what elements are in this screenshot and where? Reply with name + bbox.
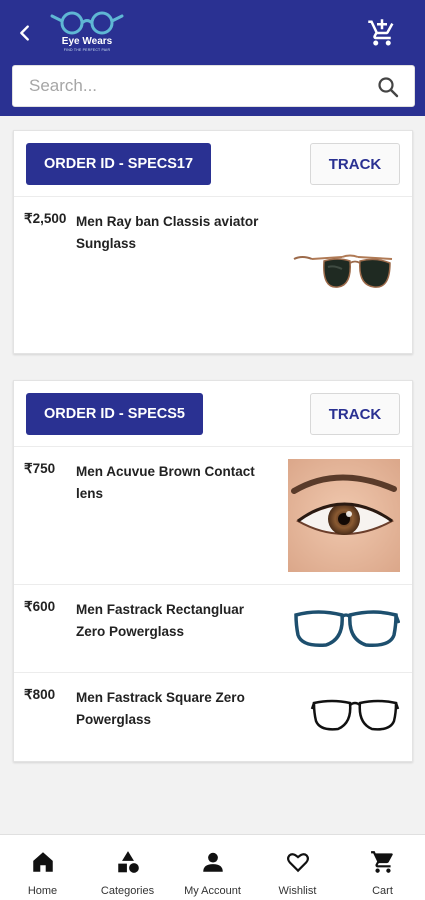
nav-categories[interactable]: Categories bbox=[85, 835, 170, 900]
order-id-button[interactable]: ORDER ID - SPECS5 bbox=[26, 393, 203, 435]
order-card: ORDER ID - SPECS5 TRACK ₹750 Men Acuvue … bbox=[13, 380, 413, 762]
order-card: ORDER ID - SPECS17 TRACK ₹2,500 Men Ray … bbox=[13, 130, 413, 354]
brown-eye-contact-lens-image bbox=[288, 459, 400, 572]
nav-my-account[interactable]: My Account bbox=[170, 835, 255, 900]
aviator-sunglass-image bbox=[293, 254, 393, 288]
order-item[interactable]: ₹750 Men Acuvue Brown Contact lens bbox=[14, 447, 412, 585]
home-icon bbox=[32, 852, 53, 872]
item-price: ₹800 bbox=[24, 687, 56, 702]
order-card-header: ORDER ID - SPECS5 TRACK bbox=[14, 381, 412, 447]
nav-label: My Account bbox=[184, 885, 241, 897]
nav-wishlist[interactable]: Wishlist bbox=[255, 835, 340, 900]
categories-icon bbox=[117, 851, 139, 873]
item-price: ₹600 bbox=[24, 599, 56, 614]
order-item[interactable]: ₹800 Men Fastrack Square Zero Powerglass bbox=[14, 673, 412, 761]
item-name: Men Acuvue Brown Contact lens bbox=[76, 464, 255, 501]
back-arrow-icon[interactable] bbox=[14, 22, 36, 44]
brand-logo[interactable]: Eye Wears FIND THE PERFECT PAIR bbox=[50, 10, 124, 56]
nav-label: Cart bbox=[372, 885, 393, 897]
item-price: ₹2,500 bbox=[24, 211, 67, 226]
app-header: Eye Wears FIND THE PERFECT PAIR bbox=[0, 0, 425, 116]
brand-name: Eye Wears bbox=[61, 36, 113, 47]
square-glasses-image bbox=[310, 699, 400, 731]
glasses-logo-icon bbox=[50, 11, 124, 35]
order-item[interactable]: ₹2,500 Men Ray ban Classis aviator Sungl… bbox=[14, 197, 412, 353]
nav-cart[interactable]: Cart bbox=[340, 835, 425, 900]
search-icon[interactable] bbox=[376, 75, 400, 99]
search-bar bbox=[12, 65, 415, 107]
brand-tagline: FIND THE PERFECT PAIR bbox=[63, 48, 111, 52]
nav-home[interactable]: Home bbox=[0, 835, 85, 900]
nav-label: Wishlist bbox=[278, 885, 317, 897]
order-id-button[interactable]: ORDER ID - SPECS17 bbox=[26, 143, 212, 185]
rectangular-glasses-image bbox=[294, 610, 400, 648]
item-name: Men Ray ban Classis aviator Sunglass bbox=[76, 214, 259, 251]
nav-label: Categories bbox=[100, 885, 155, 897]
cart-icon bbox=[370, 851, 393, 873]
add-to-cart-icon[interactable] bbox=[367, 18, 397, 48]
nav-label: Home bbox=[27, 885, 58, 897]
order-card-header: ORDER ID - SPECS17 TRACK bbox=[14, 131, 412, 197]
item-name: Men Fastrack Square Zero Powerglass bbox=[76, 690, 245, 727]
order-item[interactable]: ₹600 Men Fastrack Rectangluar Zero Power… bbox=[14, 585, 412, 673]
item-price: ₹750 bbox=[24, 461, 56, 476]
search-input[interactable] bbox=[29, 66, 359, 106]
track-button[interactable]: TRACK bbox=[310, 143, 400, 185]
heart-icon bbox=[286, 853, 309, 873]
item-name: Men Fastrack Rectangluar Zero Powerglass bbox=[76, 602, 245, 639]
bottom-navigation: Home Categories My Account Wishlist Cart bbox=[0, 834, 425, 900]
account-icon bbox=[202, 852, 223, 872]
track-button[interactable]: TRACK bbox=[310, 393, 400, 435]
